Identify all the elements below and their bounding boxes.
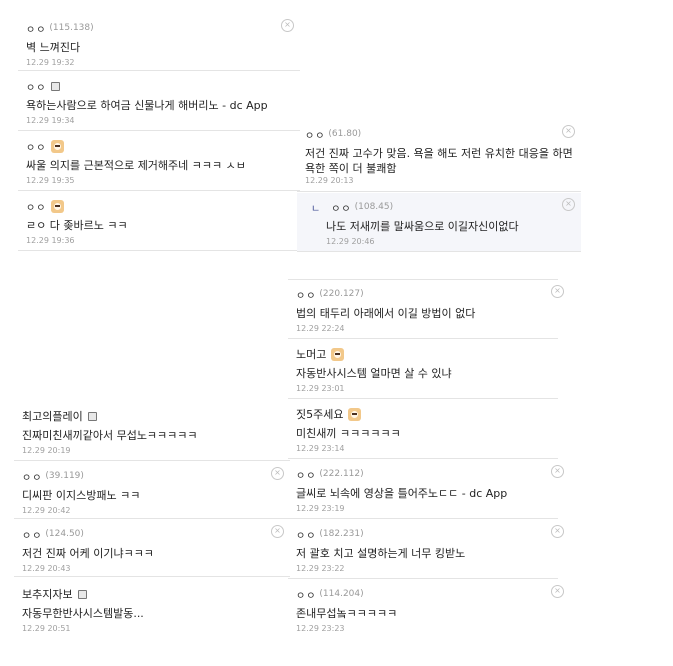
comment-date: 12.29 19:35 xyxy=(26,176,75,185)
comment-date: 12.29 20:42 xyxy=(22,506,71,515)
comment-date: 12.29 23:19 xyxy=(296,504,345,513)
member-badge-icon xyxy=(87,411,97,421)
comment-ip: (222.112) xyxy=(319,469,364,479)
comment-ip: (114.204) xyxy=(319,589,364,599)
comment-text: 자동무한반사시스템발동... xyxy=(22,607,144,620)
delete-icon[interactable]: × xyxy=(271,525,284,538)
comment-date: 12.29 23:01 xyxy=(296,384,345,393)
comment-nickname[interactable]: ㅇㅇ xyxy=(26,199,46,214)
comment-ip: (124.50) xyxy=(45,529,84,539)
comment: ㅇㅇ ㄹㅇ 다 좆바르노 ㅋㅋ 12.29 19:36 xyxy=(18,192,300,251)
comment: ㅇㅇ (61.80) 저건 진짜 고수가 맞음. 욕을 해도 저런 유치한 대응을… xyxy=(297,120,581,192)
comment-nickname[interactable]: ㅇㅇ xyxy=(22,527,42,542)
comment-date: 12.29 19:34 xyxy=(26,116,75,125)
comment-text: 저 괄호 치고 설명하는게 너무 킹받노 xyxy=(296,547,466,560)
delete-icon[interactable]: × xyxy=(271,467,284,480)
comment-ip: (220.127) xyxy=(319,289,364,299)
comment: ㅇㅇ (115.138) 벽 느껴진다 12.29 19:32 × xyxy=(18,14,300,71)
comment-nickname[interactable]: 최고의플레이 xyxy=(22,408,83,424)
comment-ip: (108.45) xyxy=(354,202,394,212)
comment-text: 미친새끼 ㅋㅋㅋㅋㅋㅋ xyxy=(296,427,401,440)
comment-nickname[interactable]: ㅇㅇ xyxy=(296,287,316,302)
member-badge-icon xyxy=(51,81,61,91)
comment-nickname[interactable]: ㅇㅇ xyxy=(22,469,42,484)
delete-icon[interactable]: × xyxy=(562,198,575,211)
comment-text: 욕하는사람으로 하여금 신물나게 해버리노 - dc App xyxy=(26,99,268,112)
comment-text: 글씨로 뇌속에 영상을 틀어주노ㄷㄷ - dc App xyxy=(296,487,508,500)
comment-ip: (115.138) xyxy=(49,23,94,33)
comment: ㅇㅇ (220.127) 법의 태두리 아래에서 이길 방법이 없다 12.29 … xyxy=(288,279,564,339)
comment: ㅇㅇ (182.231) 저 괄호 치고 설명하는게 너무 킹받노 12.29 2… xyxy=(288,520,564,579)
comment-nickname[interactable]: ㅇㅇ xyxy=(26,79,46,94)
comment-text: 나도 저새끼를 말싸움으로 이길자신이없다 xyxy=(326,220,519,233)
comment-text: 저건 진짜 고수가 맞음. 욕을 해도 저런 유치한 대응을 하면 욕한 쪽이 … xyxy=(305,147,573,175)
comment-nickname[interactable]: ㅇㅇ xyxy=(305,127,325,142)
comment-date: 12.29 19:36 xyxy=(26,236,75,245)
comment: ㅇㅇ (114.204) 존내무섭놐ㅋㅋㅋㅋㅋ 12.29 23:23 × xyxy=(288,580,564,636)
comment: ㅇㅇ (124.50) 저건 진짜 어케 이기냐ㅋㅋㅋ 12.29 20:43 × xyxy=(14,520,290,577)
comment-date: 12.29 20:43 xyxy=(22,564,71,573)
delete-icon[interactable]: × xyxy=(551,465,564,478)
comment-text: 존내무섭놐ㅋㅋㅋㅋㅋ xyxy=(296,607,398,620)
dccon-dog-icon xyxy=(348,407,362,421)
comment-date: 12.29 19:32 xyxy=(26,58,75,67)
reply-comment: ㄴㅇㅇ (108.45) 나도 저새끼를 말싸움으로 이길자신이없다 12.29 … xyxy=(297,193,581,252)
comment-text: 자동반사시스템 얼마면 살 수 있냐 xyxy=(296,367,452,380)
comment-text: 저건 진짜 어케 이기냐ㅋㅋㅋ xyxy=(22,547,154,560)
comment: 짓5주세요 미친새끼 ㅋㅋㅋㅋㅋㅋ 12.29 23:14 xyxy=(288,400,558,459)
comment-nickname[interactable]: ㅇㅇ xyxy=(26,139,46,154)
comment-nickname[interactable]: ㅇㅇ xyxy=(296,467,316,482)
comment-nickname[interactable]: ㅇㅇ xyxy=(331,200,351,215)
comment-date: 12.29 23:22 xyxy=(296,564,345,573)
delete-icon[interactable]: × xyxy=(551,585,564,598)
comment-ip: (61.80) xyxy=(328,129,362,139)
comment-date: 12.29 20:46 xyxy=(326,237,375,246)
comment-nickname[interactable]: 짓5주세요 xyxy=(296,406,343,422)
comment-text: 싸울 의지를 근본적으로 제거해주네 ㅋㅋㅋ ㅅㅂ xyxy=(26,159,246,172)
dccon-dog-icon xyxy=(51,199,65,213)
comment-date: 12.29 20:19 xyxy=(22,446,71,455)
comment-date: 12.29 20:51 xyxy=(22,624,71,633)
comment-date: 12.29 23:14 xyxy=(296,444,345,453)
comment: 보추지자보 자동무한반사시스템발동... 12.29 20:51 xyxy=(14,580,290,638)
comment-ip: (182.231) xyxy=(319,529,364,539)
comment-nickname[interactable]: ㅇㅇ xyxy=(296,527,316,542)
comment: 최고의플레이 진짜미친새끼같아서 무섭노ㅋㅋㅋㅋㅋ 12.29 20:19 xyxy=(14,402,290,461)
delete-icon[interactable]: × xyxy=(281,19,294,32)
comment-date: 12.29 22:24 xyxy=(296,324,345,333)
comment-text: ㄹㅇ 다 좆바르노 ㅋㅋ xyxy=(26,219,128,232)
comment-date: 12.29 23:23 xyxy=(296,624,345,633)
comment-date: 12.29 20:13 xyxy=(305,176,354,185)
dccon-dog-icon xyxy=(51,139,65,153)
reply-arrow-icon: ㄴ xyxy=(311,203,321,215)
comment-nickname[interactable]: 보추지자보 xyxy=(22,586,73,602)
comment-nickname[interactable]: 노머고 xyxy=(296,346,326,362)
dccon-dog-icon xyxy=(331,347,345,361)
delete-icon[interactable]: × xyxy=(551,525,564,538)
comment-text: 디씨판 이지스방패노 ㅋㅋ xyxy=(22,489,141,502)
member-badge-icon xyxy=(77,589,87,599)
comment-nickname[interactable]: ㅇㅇ xyxy=(296,587,316,602)
comment-nickname[interactable]: ㅇㅇ xyxy=(26,21,46,36)
comment: 노머고 자동반사시스템 얼마면 살 수 있냐 12.29 23:01 xyxy=(288,340,558,399)
comment: ㅇㅇ (222.112) 글씨로 뇌속에 영상을 틀어주노ㄷㄷ - dc App … xyxy=(288,460,564,519)
comment: ㅇㅇ 욕하는사람으로 하여금 신물나게 해버리노 - dc App 12.29 … xyxy=(18,72,300,131)
comment-ip: (39.119) xyxy=(45,471,84,481)
delete-icon[interactable]: × xyxy=(551,285,564,298)
delete-icon[interactable]: × xyxy=(562,125,575,138)
comment: ㅇㅇ 싸울 의지를 근본적으로 제거해주네 ㅋㅋㅋ ㅅㅂ 12.29 19:35 xyxy=(18,132,300,191)
comment-text: 진짜미친새끼같아서 무섭노ㅋㅋㅋㅋㅋ xyxy=(22,429,198,442)
comment-text: 법의 태두리 아래에서 이길 방법이 없다 xyxy=(296,307,476,320)
comment: ㅇㅇ (39.119) 디씨판 이지스방패노 ㅋㅋ 12.29 20:42 × xyxy=(14,462,290,519)
comment-text: 벽 느껴진다 xyxy=(26,41,81,54)
